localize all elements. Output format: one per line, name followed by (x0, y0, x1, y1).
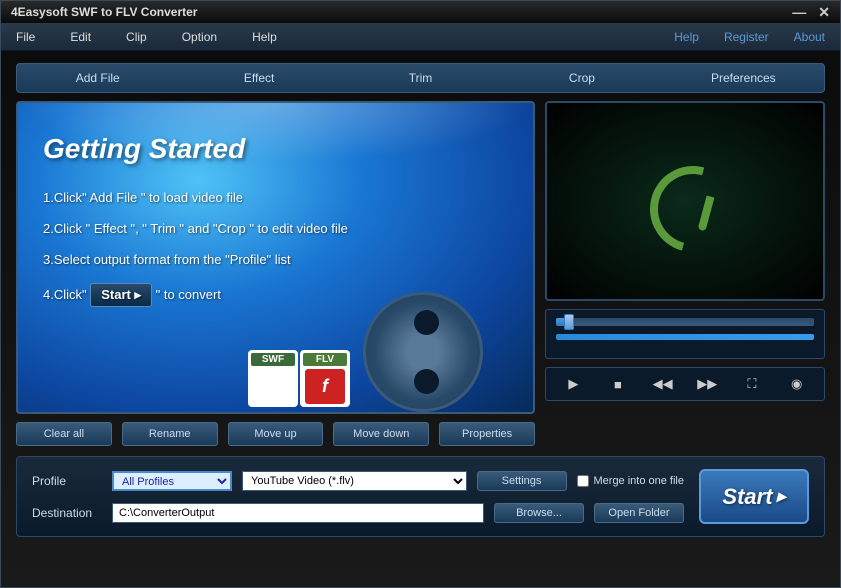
menu-file[interactable]: File (16, 30, 35, 44)
step-start-button-illustration: Start ▸ (90, 283, 152, 307)
titlebar: 4Easysoft SWF to FLV Converter — ✕ (1, 1, 840, 23)
film-reel-illustration (363, 292, 513, 414)
getting-started-title: Getting Started (43, 133, 508, 165)
menu-help[interactable]: Help (252, 30, 277, 44)
snapshot-button[interactable]: ◉ (782, 376, 812, 392)
video-preview (545, 101, 825, 301)
getting-started-panel: Getting Started 1.Click" Add File " to l… (16, 101, 535, 414)
rename-button[interactable]: Rename (122, 422, 218, 446)
properties-button[interactable]: Properties (439, 422, 535, 446)
step-1: 1.Click" Add File " to load video file (43, 190, 508, 205)
menubar: File Edit Clip Option Help Help Register… (1, 23, 840, 51)
browse-button[interactable]: Browse... (494, 503, 584, 523)
merge-label: Merge into one file (594, 475, 685, 487)
step-2: 2.Click " Effect ", " Trim " and "Crop "… (43, 221, 508, 236)
logo-icon (645, 161, 725, 241)
profile-label: Profile (32, 474, 102, 488)
swf-flv-illustration: SWF FLV f (248, 350, 350, 407)
timeline[interactable] (545, 309, 825, 359)
flash-icon: f (305, 369, 345, 404)
toolbar-crop[interactable]: Crop (501, 65, 662, 91)
profile-category-select[interactable]: All Profiles (112, 471, 232, 491)
open-folder-button[interactable]: Open Folder (594, 503, 684, 523)
move-down-button[interactable]: Move down (333, 422, 429, 446)
destination-label: Destination (32, 506, 102, 520)
move-up-button[interactable]: Move up (228, 422, 324, 446)
step-3: 3.Select output format from the "Profile… (43, 252, 508, 267)
fullscreen-button[interactable]: ⛶ (737, 376, 767, 392)
timeline-handle[interactable] (564, 314, 574, 330)
start-button[interactable]: Start ▸ (699, 469, 809, 524)
merge-checkbox[interactable] (577, 475, 589, 487)
close-button[interactable]: ✕ (818, 4, 830, 21)
playback-controls: ▶ ■ ◀◀ ▶▶ ⛶ ◉ (545, 367, 825, 401)
link-about[interactable]: About (794, 30, 825, 44)
toolbar: Add File Effect Trim Crop Preferences (16, 63, 825, 93)
flv-badge: FLV (303, 353, 347, 366)
destination-input[interactable] (112, 503, 484, 523)
minimize-button[interactable]: — (792, 4, 806, 21)
stop-button[interactable]: ■ (603, 377, 633, 392)
settings-button[interactable]: Settings (477, 471, 567, 491)
toolbar-preferences[interactable]: Preferences (663, 65, 824, 91)
window-title: 4Easysoft SWF to FLV Converter (11, 5, 197, 19)
menu-option[interactable]: Option (182, 30, 217, 44)
next-button[interactable]: ▶▶ (692, 376, 722, 392)
link-help[interactable]: Help (674, 30, 699, 44)
profile-format-select[interactable]: YouTube Video (*.flv) (242, 471, 467, 491)
toolbar-effect[interactable]: Effect (178, 65, 339, 91)
timeline-bar (556, 334, 814, 340)
play-arrow-icon: ▸ (777, 486, 786, 507)
clear-all-button[interactable]: Clear all (16, 422, 112, 446)
menu-edit[interactable]: Edit (70, 30, 91, 44)
swf-badge: SWF (251, 353, 295, 366)
play-button[interactable]: ▶ (558, 376, 588, 392)
menu-clip[interactable]: Clip (126, 30, 147, 44)
toolbar-add-file[interactable]: Add File (17, 65, 178, 91)
prev-button[interactable]: ◀◀ (648, 376, 678, 392)
link-register[interactable]: Register (724, 30, 769, 44)
toolbar-trim[interactable]: Trim (340, 65, 501, 91)
